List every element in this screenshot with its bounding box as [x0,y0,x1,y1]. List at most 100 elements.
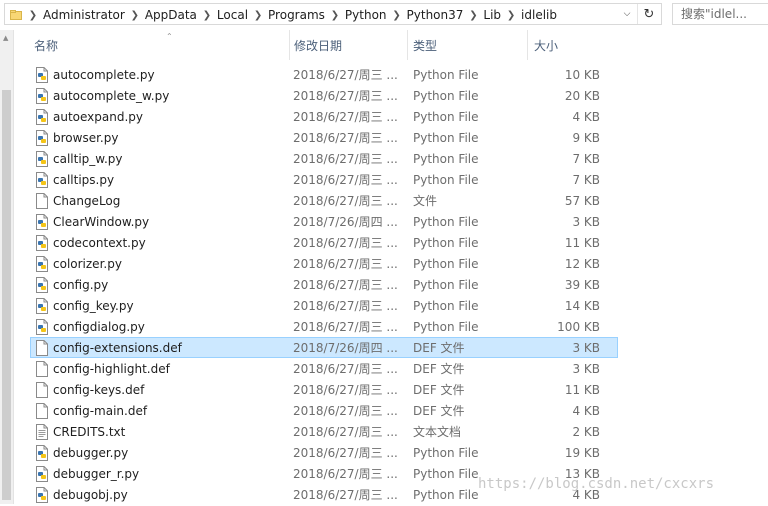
breadcrumb-item[interactable]: Programs [266,8,327,22]
file-type: 文件 [413,194,438,208]
file-row[interactable]: configdialog.py 2018/6/27/周三 ... Python Fi… [30,316,618,337]
text-file-icon [35,424,49,440]
folder-icon [10,10,22,20]
file-row[interactable]: config-highlight.def 2018/6/27/周三 ... DEF … [30,358,618,379]
chevron-down-icon[interactable]: ⌵ [617,4,637,24]
file-date: 2018/6/27/周三 ... [293,488,398,502]
file-name: autocomplete_w.py [53,89,170,103]
file-type: Python File [413,257,479,271]
chevron-right-icon[interactable]: ❯ [127,4,143,26]
chevron-right-icon[interactable]: ❯ [465,4,481,26]
file-name: ClearWindow.py [53,215,150,229]
file-type: DEF 文件 [413,362,465,376]
file-row[interactable]: ChangeLog 2018/6/27/周三 ... 文件 57 KB [30,190,618,211]
file-row[interactable]: autocomplete.py 2018/6/27/周三 ... Python Fi… [30,64,618,85]
column-header-date[interactable]: 修改日期 [290,30,408,60]
file-type: Python File [413,110,479,124]
file-name: calltip_w.py [53,152,123,166]
file-date: 2018/6/27/周三 ... [293,467,398,481]
address-bar: ❯ Administrator ❯ AppData ❯ Local ❯ Programs ❯ Py… [0,0,768,30]
file-size: 11 KB [564,383,600,397]
file-date: 2018/6/27/周三 ... [293,152,398,166]
file-date: 2018/6/27/周三 ... [293,131,398,145]
python-file-icon [35,298,49,314]
file-size: 57 KB [564,194,600,208]
refresh-icon[interactable]: ↻ [637,4,660,24]
column-header-size[interactable]: 大小 [530,30,610,60]
file-row[interactable]: config-keys.def 2018/6/27/周三 ... DEF 文件 11 … [30,379,618,400]
file-size: 11 KB [564,236,600,250]
python-file-icon [35,151,49,167]
chevron-right-icon[interactable]: ❯ [389,4,405,26]
breadcrumb-item[interactable]: Administrator [41,8,127,22]
file-row[interactable]: browser.py 2018/6/27/周三 ... Python File 9 K… [30,127,618,148]
python-file-icon [35,487,49,503]
file-row[interactable]: calltip_w.py 2018/6/27/周三 ... Python File 7… [30,148,618,169]
file-date: 2018/6/27/周三 ... [293,404,398,418]
column-header-type[interactable]: 类型 [409,30,528,60]
chevron-right-icon[interactable]: ❯ [250,4,266,26]
file-date: 2018/6/27/周三 ... [293,110,398,124]
file-date: 2018/6/27/周三 ... [293,425,398,439]
file-row[interactable]: ClearWindow.py 2018/7/26/周四 ... Python Fil… [30,211,618,232]
file-type: Python File [413,89,479,103]
file-date: 2018/6/27/周三 ... [293,257,398,271]
file-date: 2018/6/27/周三 ... [293,194,398,208]
breadcrumb-item[interactable]: AppData [143,8,199,22]
file-row[interactable]: codecontext.py 2018/6/27/周三 ... Python Fil… [30,232,618,253]
navigation-pane-scrollbar[interactable]: ▲ [0,30,14,504]
file-row[interactable]: config_key.py 2018/6/27/周三 ... Python File… [30,295,618,316]
file-row[interactable]: config-main.def 2018/6/27/周三 ... DEF 文件 4 K… [30,400,618,421]
search-input[interactable]: 搜索"idlel... [672,3,768,25]
breadcrumb-item[interactable]: Python [343,8,389,22]
scroll-up-arrow-icon[interactable]: ▲ [3,34,8,42]
chevron-right-icon[interactable]: ❯ [199,4,215,26]
file-size: 3 KB [572,341,600,355]
file-date: 2018/6/27/周三 ... [293,173,398,187]
file-size: 9 KB [572,131,600,145]
file-size: 7 KB [572,173,600,187]
file-type: Python File [413,152,479,166]
chevron-right-icon[interactable]: ❯ [327,4,343,26]
file-row[interactable]: config-extensions.def 2018/7/26/周四 ... DEF… [30,337,618,358]
file-row[interactable]: calltips.py 2018/6/27/周三 ... Python File 7 … [30,169,618,190]
breadcrumb[interactable]: ❯ Administrator ❯ AppData ❯ Local ❯ Programs ❯ Py… [4,3,662,25]
chevron-right-icon[interactable]: ❯ [25,4,41,26]
file-name: configdialog.py [53,320,145,334]
breadcrumb-item[interactable]: Lib [481,8,503,22]
file-size: 3 KB [572,362,600,376]
file-date: 2018/6/27/周三 ... [293,278,398,292]
file-row[interactable]: autoexpand.py 2018/6/27/周三 ... Python File… [30,106,618,127]
python-file-icon [35,466,49,482]
file-row[interactable]: CREDITS.txt 2018/6/27/周三 ... 文本文档 2 KB [30,421,618,442]
scrollbar-thumb[interactable] [2,90,11,500]
file-size: 20 KB [564,89,600,103]
blank-file-icon [35,340,49,356]
file-name: config-keys.def [53,383,145,397]
breadcrumb-item[interactable]: Local [215,8,250,22]
file-name: debugobj.py [53,488,128,502]
chevron-right-icon[interactable]: ❯ [503,4,519,26]
file-name: colorizer.py [53,257,122,271]
file-size: 10 KB [564,68,600,82]
python-file-icon [35,172,49,188]
python-file-icon [35,109,49,125]
file-row[interactable]: config.py 2018/6/27/周三 ... Python File 39 K… [30,274,618,295]
file-type: Python File [413,131,479,145]
file-type: Python File [413,236,479,250]
file-date: 2018/6/27/周三 ... [293,236,398,250]
partially-hidden-row [30,56,150,62]
python-file-icon [35,319,49,335]
breadcrumb-item[interactable]: Python37 [405,8,466,22]
file-row[interactable]: autocomplete_w.py 2018/6/27/周三 ... Python … [30,85,618,106]
breadcrumb-item[interactable]: idlelib [519,8,559,22]
file-name: config-highlight.def [53,362,170,376]
file-row[interactable]: colorizer.py 2018/6/27/周三 ... Python File 1… [30,253,618,274]
blank-file-icon [35,382,49,398]
file-type: Python File [413,446,479,460]
file-type: Python File [413,299,479,313]
file-size: 12 KB [564,257,600,271]
file-row[interactable]: debugger.py 2018/6/27/周三 ... Python File 19… [30,442,618,463]
python-file-icon [35,67,49,83]
file-name: config-main.def [53,404,148,418]
